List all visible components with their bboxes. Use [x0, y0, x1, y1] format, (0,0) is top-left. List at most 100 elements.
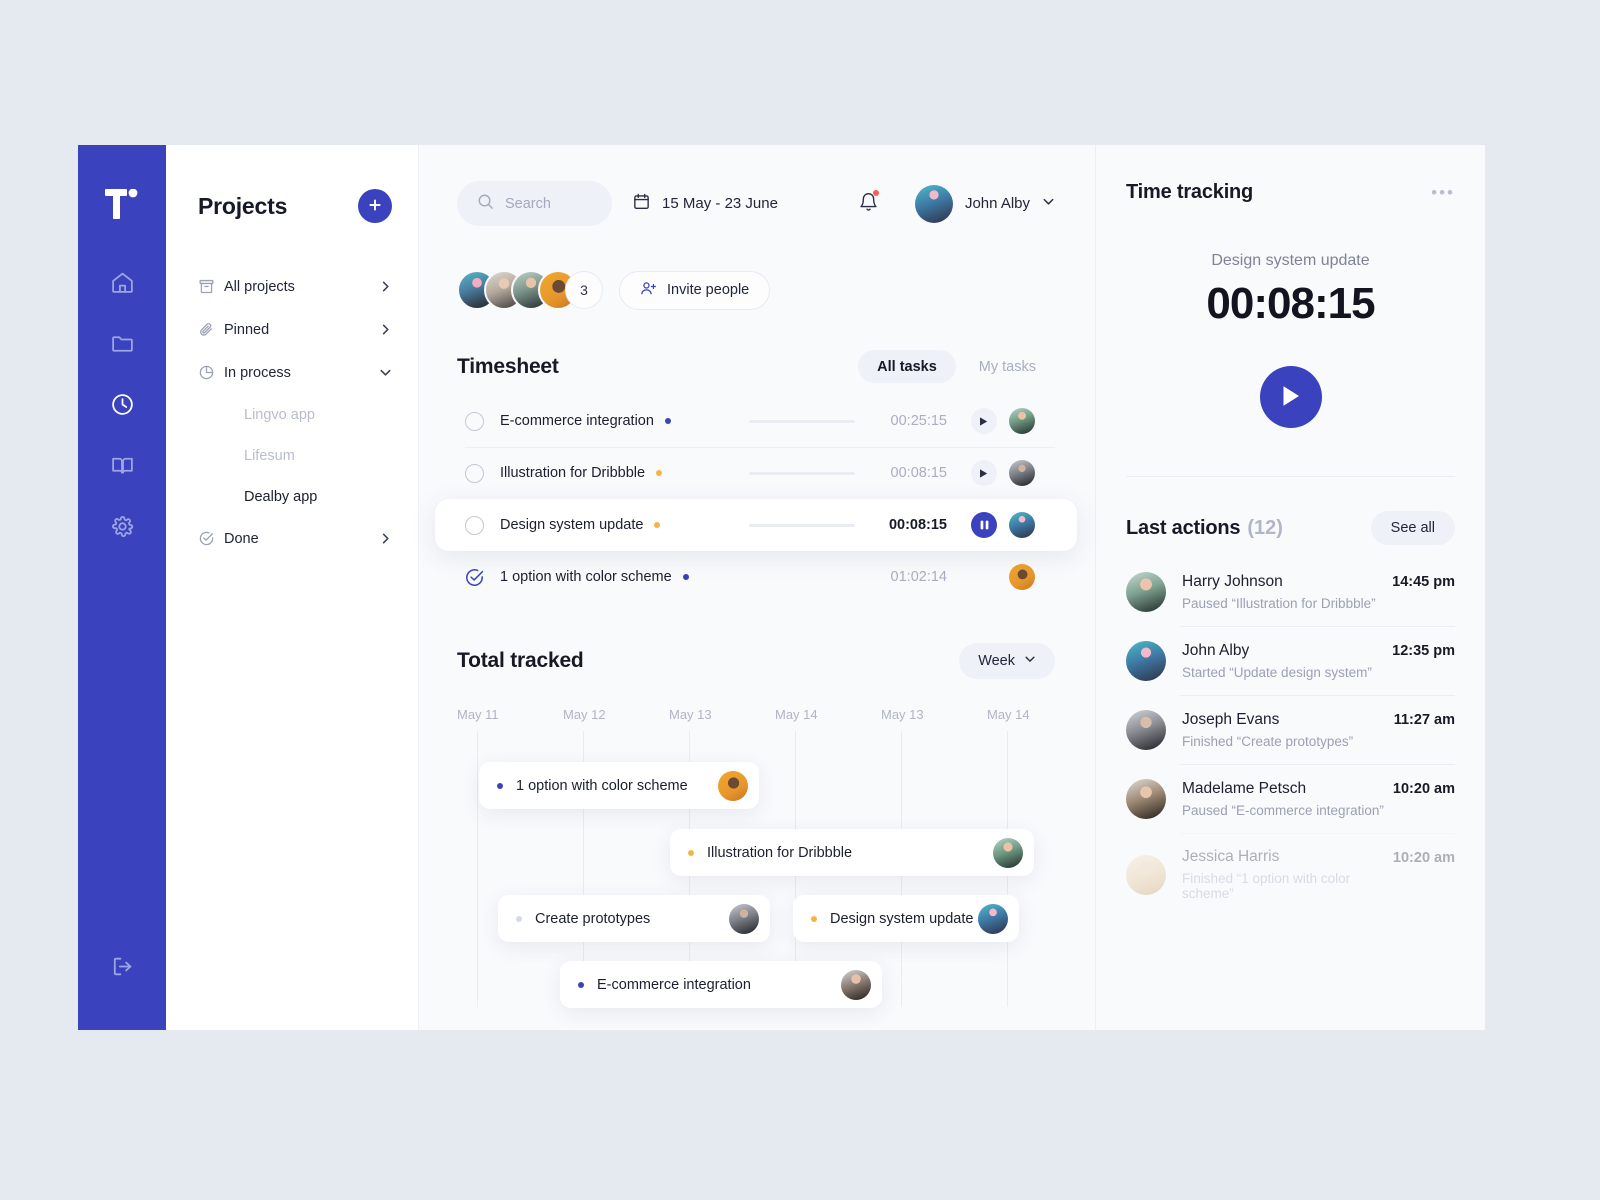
- list-item-action: Paused “E-commerce integration”: [1182, 803, 1384, 818]
- rail-item-folder[interactable]: [100, 321, 144, 365]
- sidebar-subitem-dealby-app[interactable]: Dealby app: [198, 476, 392, 517]
- chevron-right-icon: [379, 323, 392, 336]
- range-selector[interactable]: Week: [959, 643, 1055, 679]
- list-item-name: Joseph Evans: [1182, 711, 1280, 728]
- sidebar-subitem-lifesum[interactable]: Lifesum: [198, 435, 392, 476]
- tab-my-tasks[interactable]: My tasks: [960, 350, 1055, 383]
- task-checkbox[interactable]: [465, 463, 484, 483]
- team-row: 3 Invite people: [457, 270, 1055, 310]
- tab-all-tasks[interactable]: All tasks: [858, 350, 956, 383]
- avatar: [1009, 512, 1035, 538]
- chevron-right-icon: [379, 280, 392, 293]
- play-icon: [1281, 385, 1301, 410]
- rail-item-docs[interactable]: [100, 443, 144, 487]
- avatar: [729, 903, 759, 934]
- gantt-bar[interactable]: Illustration for Dribbble: [670, 829, 1034, 876]
- gantt-bar[interactable]: E-commerce integration: [560, 961, 882, 1008]
- gantt-bar[interactable]: Design system update: [793, 895, 1019, 942]
- avatar: [1126, 572, 1166, 612]
- list-item-time: 11:27 am: [1393, 712, 1455, 728]
- bell-icon: [858, 192, 879, 216]
- sidebar-item-all-projects[interactable]: All projects: [198, 265, 392, 308]
- task-checkbox[interactable]: [465, 411, 484, 431]
- status-dot: [654, 522, 661, 528]
- right-panel: Time tracking ••• Design system update 0…: [1095, 145, 1485, 1030]
- sidebar-item-done[interactable]: Done: [198, 517, 392, 560]
- chevron-right-icon: [379, 532, 392, 545]
- list-item-text: Harry Johnson Paused “Illustration for D…: [1182, 573, 1392, 611]
- list-item[interactable]: Harry Johnson Paused “Illustration for D…: [1126, 557, 1455, 626]
- table-row[interactable]: 1 option with color scheme 01:02:14: [457, 551, 1055, 603]
- more-options-icon[interactable]: •••: [1431, 184, 1455, 201]
- list-item-name: Madelame Petsch: [1182, 780, 1307, 797]
- folder-icon: [110, 331, 135, 356]
- progress-track: [749, 523, 855, 527]
- gantt-chart: May 11 May 12 May 13 May 14 May 13 May 1…: [457, 707, 1055, 1008]
- logout-icon: [110, 954, 135, 979]
- gantt-bar-label: Create prototypes: [535, 910, 651, 927]
- archive-icon: [198, 278, 224, 295]
- table-row[interactable]: E-commerce integration 00:25:15: [457, 395, 1055, 447]
- total-tracked-title: Total tracked: [457, 649, 584, 672]
- task-checkbox[interactable]: [465, 515, 484, 535]
- sidebar-subitem-lingvo-app[interactable]: Lingvo app: [198, 394, 392, 435]
- time-tracking-header: Time tracking •••: [1126, 181, 1455, 204]
- table-row[interactable]: Design system update 00:08:15: [435, 499, 1077, 551]
- status-dot: [497, 782, 503, 789]
- list-item[interactable]: Joseph Evans Finished “Create prototypes…: [1126, 695, 1455, 764]
- user-menu[interactable]: John Alby: [914, 184, 1055, 223]
- last-actions-list: Harry Johnson Paused “Illustration for D…: [1126, 557, 1455, 915]
- axis-tick-label: May 14: [775, 707, 818, 722]
- user-plus-icon: [640, 280, 657, 301]
- start-timer-button[interactable]: [1259, 366, 1322, 428]
- gantt-bar[interactable]: 1 option with color scheme: [479, 762, 759, 809]
- list-item[interactable]: Jessica Harris Finished “1 option with c…: [1126, 833, 1455, 915]
- date-range-label: 15 May - 23 June: [662, 195, 778, 212]
- chevron-down-icon: [1024, 653, 1036, 669]
- gantt-bar[interactable]: Create prototypes: [498, 895, 770, 942]
- status-dot: [516, 915, 522, 922]
- timesheet-tabs: All tasks My tasks: [858, 350, 1055, 383]
- see-all-button[interactable]: See all: [1370, 511, 1455, 545]
- center-column: 15 May - 23 June John Alby: [419, 145, 1095, 1030]
- pause-button[interactable]: [971, 512, 997, 538]
- avatar: [978, 903, 1008, 934]
- task-name: 1 option with color scheme: [500, 569, 672, 585]
- list-fade-overlay: [1096, 972, 1485, 1030]
- notifications-button[interactable]: [858, 189, 879, 217]
- progress-track: [749, 576, 855, 579]
- timesheet-title: Timesheet: [457, 354, 559, 378]
- invite-people-button[interactable]: Invite people: [619, 270, 771, 310]
- projects-header: Projects: [198, 189, 392, 223]
- axis-tick-label: May 11: [457, 707, 499, 722]
- rail-item-home[interactable]: [100, 260, 144, 304]
- topbar-right: 15 May - 23 June John Alby: [632, 184, 1055, 223]
- list-item[interactable]: Madelame Petsch Paused “E-commerce integ…: [1126, 764, 1455, 833]
- task-checkbox-checked[interactable]: [465, 568, 484, 587]
- timesheet-header: Timesheet All tasks My tasks: [457, 350, 1055, 383]
- list-item-action: Paused “Illustration for Dribbble”: [1182, 596, 1376, 611]
- rail-item-time[interactable]: [100, 382, 144, 426]
- search-box[interactable]: [457, 181, 613, 226]
- sidebar-item-in-process[interactable]: In process: [198, 351, 392, 394]
- list-item-time: 10:20 am: [1392, 781, 1455, 797]
- plus-icon: [368, 198, 382, 215]
- rail-item-logout[interactable]: [100, 944, 144, 988]
- sidebar-item-pinned[interactable]: Pinned: [198, 308, 392, 351]
- search-input[interactable]: [505, 195, 593, 212]
- play-button[interactable]: [971, 408, 997, 434]
- add-project-button[interactable]: [358, 189, 392, 223]
- app-window: Projects All projects Pinned In process …: [78, 145, 1485, 1030]
- list-item[interactable]: John Alby Started “Update design system”…: [1126, 626, 1455, 695]
- topbar: 15 May - 23 June John Alby: [457, 181, 1055, 226]
- date-range-picker[interactable]: 15 May - 23 June: [632, 192, 778, 215]
- tracking-task-name: Design system update: [1211, 252, 1370, 269]
- table-row[interactable]: Illustration for Dribbble 00:08:15: [457, 447, 1055, 499]
- rail-item-settings[interactable]: [100, 504, 144, 548]
- play-icon: [980, 468, 988, 478]
- app-logo: [105, 188, 139, 226]
- play-button[interactable]: [971, 460, 997, 486]
- list-item-name: Jessica Harris: [1182, 848, 1280, 865]
- chevron-down-icon: [379, 366, 392, 379]
- paperclip-icon: [198, 321, 224, 338]
